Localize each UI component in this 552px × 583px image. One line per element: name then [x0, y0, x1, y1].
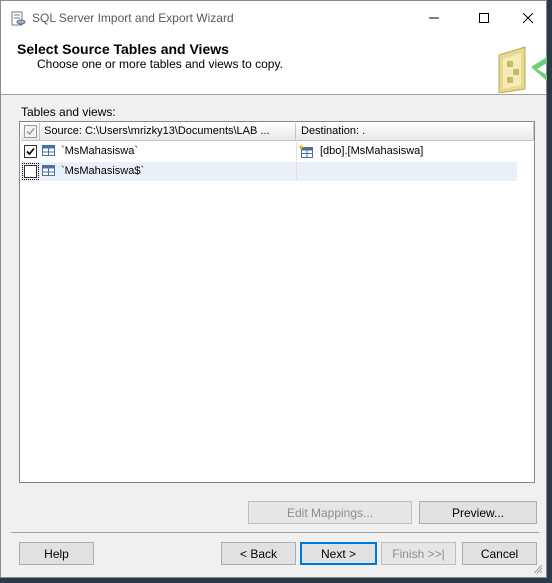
title-bar[interactable]: SQL Server Import and Export Wizard	[1, 1, 546, 35]
column-divider	[296, 142, 297, 161]
tables-views-label: Tables and views:	[21, 105, 116, 119]
column-divider	[296, 162, 297, 181]
select-all-checkbox[interactable]	[24, 125, 37, 138]
row-destination-name[interactable]: [dbo].[MsMahasiswa]	[320, 145, 423, 157]
minimize-button[interactable]	[411, 1, 457, 35]
database-cube-icon	[498, 46, 547, 93]
row-source-name: `MsMahasiswa`	[61, 145, 139, 157]
edit-mappings-button[interactable]: Edit Mappings...	[248, 501, 412, 524]
page-title: Select Source Tables and Views	[17, 41, 229, 57]
select-all-header[interactable]	[21, 123, 40, 141]
source-column-header[interactable]: Source: C:\Users\mrizky13\Documents\LAB …	[40, 123, 296, 141]
cancel-button[interactable]: Cancel	[462, 542, 537, 565]
back-button[interactable]: < Back	[221, 542, 296, 565]
resize-grip-icon[interactable]	[532, 563, 542, 573]
row-checkbox-unchecked[interactable]	[22, 163, 39, 180]
table-icon	[42, 165, 55, 176]
help-button[interactable]: Help	[19, 542, 94, 565]
preview-button[interactable]: Preview...	[419, 501, 537, 524]
divider	[11, 532, 539, 533]
wizard-header: Select Source Tables and Views Choose on…	[1, 35, 547, 95]
next-button[interactable]: Next >	[300, 542, 377, 565]
table-row[interactable]: `MsMahasiswa$`	[21, 162, 517, 181]
finish-button[interactable]: Finish >>|	[381, 542, 456, 565]
tables-grid[interactable]: Source: C:\Users\mrizky13\Documents\LAB …	[19, 121, 535, 483]
maximize-button[interactable]	[461, 1, 507, 35]
table-row[interactable]: `MsMahasiswa` [dbo].[MsMahasiswa]	[21, 142, 517, 161]
minimize-icon	[429, 17, 439, 19]
row-checkbox-checked[interactable]	[24, 145, 37, 158]
wizard-window: SQL Server Import and Export Wizard Sele…	[0, 0, 547, 578]
row-source-name: `MsMahasiswa$`	[61, 165, 145, 177]
page-subtitle: Choose one or more tables and views to c…	[37, 57, 283, 71]
window-title: SQL Server Import and Export Wizard	[32, 11, 234, 25]
close-icon	[523, 13, 533, 23]
table-icon	[42, 145, 55, 156]
maximize-icon	[479, 13, 489, 23]
new-table-icon	[298, 144, 313, 158]
wizard-app-icon	[11, 11, 26, 26]
destination-column-header[interactable]: Destination: .	[296, 123, 534, 141]
close-button[interactable]	[505, 1, 551, 35]
